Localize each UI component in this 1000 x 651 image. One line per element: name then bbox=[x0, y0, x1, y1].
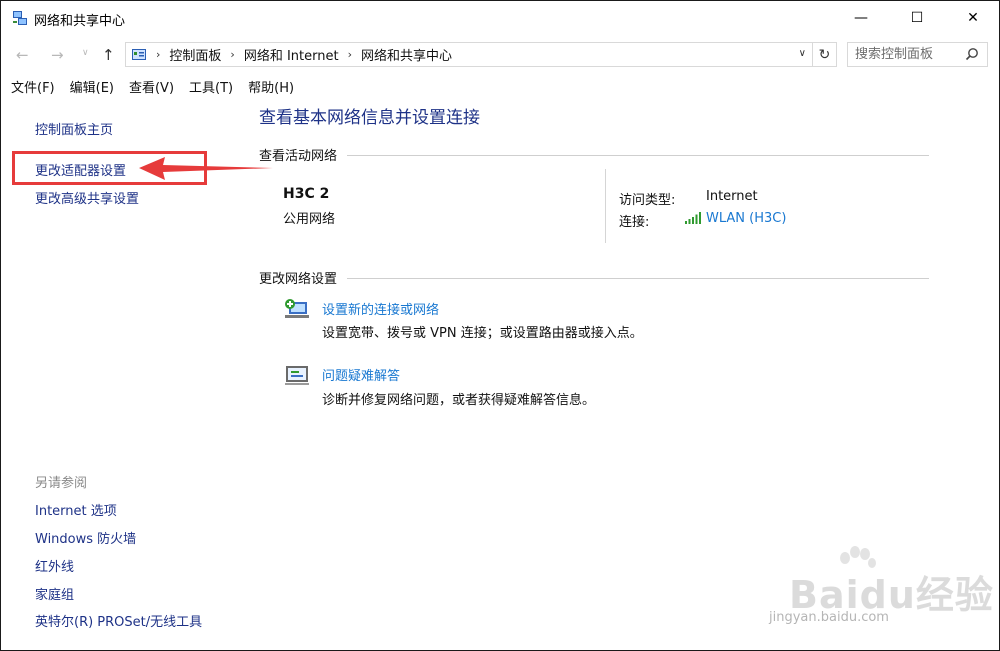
homegroup-link[interactable]: 家庭组 bbox=[35, 584, 74, 603]
baidu-watermark: Baidu经验 jingyan.baidu.com bbox=[761, 546, 993, 636]
breadcrumb-separator-icon: › bbox=[230, 48, 235, 61]
search-input[interactable] bbox=[855, 43, 967, 65]
window: 网络和共享中心 — ☐ ✕ ← → ∨ ↑ › 控制面板 › 网络和 Inter… bbox=[0, 0, 1000, 651]
new-connection-icon bbox=[285, 299, 309, 318]
forward-arrow-icon[interactable]: → bbox=[51, 46, 64, 64]
troubleshoot-icon bbox=[285, 366, 309, 385]
search-box bbox=[847, 42, 988, 67]
active-networks-heading: 查看活动网络 bbox=[259, 149, 338, 164]
intel-proset-link[interactable]: 英特尔(R) PROSet/无线工具 bbox=[35, 611, 202, 630]
address-dropdown-icon[interactable]: ∨ bbox=[799, 48, 806, 59]
wlan-connection-link[interactable]: WLAN (H3C) bbox=[706, 211, 786, 226]
troubleshoot-description: 诊断并修复网络问题，或者获得疑难解答信息。 bbox=[322, 393, 596, 408]
troubleshoot-problems-link[interactable]: 问题疑难解答 bbox=[322, 365, 400, 384]
change-advanced-sharing-link[interactable]: 更改高级共享设置 bbox=[35, 188, 139, 207]
title-bar: 网络和共享中心 — ☐ ✕ bbox=[1, 1, 999, 35]
page-title: 查看基本网络信息并设置连接 bbox=[259, 108, 480, 128]
network-center-icon bbox=[13, 11, 27, 25]
network-category[interactable]: 公用网络 bbox=[283, 208, 335, 227]
menu-file[interactable]: 文件(F) bbox=[1, 77, 55, 101]
back-arrow-icon[interactable]: ← bbox=[16, 46, 29, 64]
menu-help[interactable]: 帮助(H) bbox=[238, 77, 294, 101]
network-name: H3C 2 bbox=[283, 186, 330, 202]
menu-bar: 文件(F) 编辑(E) 查看(V) 工具(T) 帮助(H) bbox=[1, 77, 299, 101]
menu-tools[interactable]: 工具(T) bbox=[179, 77, 233, 101]
divider bbox=[347, 155, 929, 156]
infrared-link[interactable]: 红外线 bbox=[35, 556, 74, 575]
windows-firewall-link[interactable]: Windows 防火墙 bbox=[35, 528, 136, 547]
access-type-value: Internet bbox=[706, 189, 758, 204]
divider bbox=[605, 169, 606, 243]
breadcrumb-network-sharing-center[interactable]: 网络和共享中心 bbox=[361, 45, 452, 64]
window-title: 网络和共享中心 bbox=[34, 14, 126, 29]
menu-edit[interactable]: 编辑(E) bbox=[60, 77, 114, 101]
annotation-arrow-icon bbox=[139, 157, 273, 180]
close-button[interactable]: ✕ bbox=[947, 1, 999, 35]
connection-label: 连接: bbox=[619, 215, 650, 230]
search-icon[interactable] bbox=[965, 47, 979, 61]
internet-options-link[interactable]: Internet 选项 bbox=[35, 500, 117, 519]
watermark-url: jingyan.baidu.com bbox=[769, 610, 889, 625]
control-panel-icon bbox=[132, 48, 146, 60]
divider bbox=[347, 278, 929, 279]
breadcrumb-separator-icon: › bbox=[347, 48, 352, 61]
control-panel-home-link[interactable]: 控制面板主页 bbox=[35, 119, 113, 138]
access-type-label: 访问类型: bbox=[619, 193, 676, 208]
navigation-bar: ← → ∨ ↑ › 控制面板 › 网络和 Internet › 网络和共享中心 … bbox=[1, 35, 999, 75]
address-bar[interactable]: › 控制面板 › 网络和 Internet › 网络和共享中心 ∨ bbox=[125, 42, 813, 67]
menu-view[interactable]: 查看(V) bbox=[119, 77, 174, 101]
see-also-heading: 另请参阅 bbox=[35, 476, 88, 491]
wifi-signal-icon bbox=[685, 212, 701, 224]
breadcrumb-control-panel[interactable]: 控制面板 bbox=[169, 45, 221, 64]
maximize-button[interactable]: ☐ bbox=[891, 1, 943, 35]
breadcrumb-separator-icon: › bbox=[156, 48, 161, 61]
recent-locations-chevron-icon[interactable]: ∨ bbox=[82, 48, 89, 58]
minimize-button[interactable]: — bbox=[835, 1, 887, 35]
setup-new-connection-link[interactable]: 设置新的连接或网络 bbox=[322, 299, 439, 318]
breadcrumb-network-internet[interactable]: 网络和 Internet bbox=[244, 45, 339, 64]
refresh-button[interactable]: ↻ bbox=[813, 42, 837, 67]
up-arrow-icon[interactable]: ↑ bbox=[102, 46, 115, 64]
change-settings-heading: 更改网络设置 bbox=[259, 272, 338, 287]
setup-new-connection-description: 设置宽带、拨号或 VPN 连接；或设置路由器或接入点。 bbox=[322, 326, 643, 341]
